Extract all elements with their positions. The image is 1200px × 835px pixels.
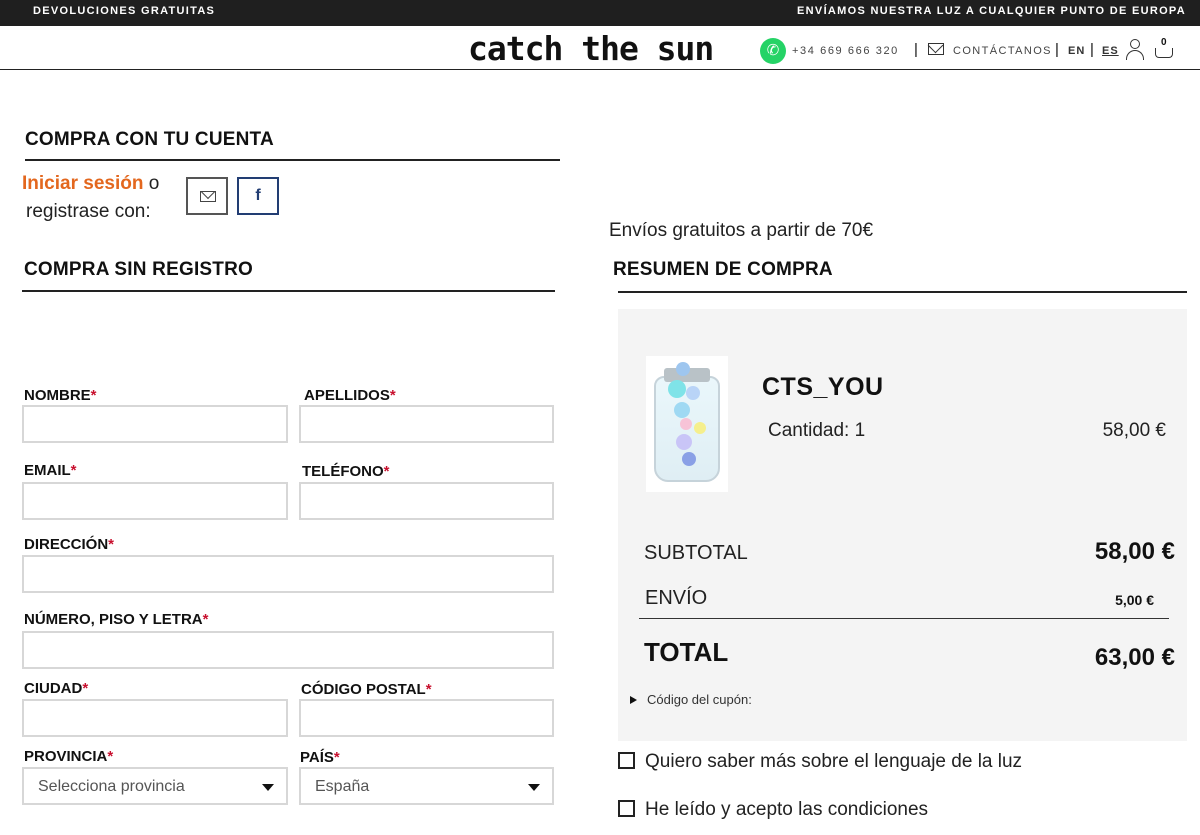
divider bbox=[25, 159, 560, 161]
apellidos-input[interactable] bbox=[299, 405, 554, 443]
cart-icon[interactable]: 0 bbox=[1152, 37, 1176, 63]
product-price: 58,00 € bbox=[1102, 420, 1166, 441]
codigo-postal-input[interactable] bbox=[299, 699, 554, 737]
phone-number[interactable]: +34 669 666 320 bbox=[792, 45, 899, 57]
total-label: TOTAL bbox=[644, 637, 729, 667]
newsletter-label: Quiero saber más sobre el lenguaje de la… bbox=[645, 751, 1023, 772]
provincia-value: Selecciona provincia bbox=[38, 778, 185, 795]
whatsapp-icon[interactable]: ✆ bbox=[760, 38, 786, 64]
divider bbox=[22, 290, 555, 292]
total-value: 63,00 € bbox=[1094, 644, 1175, 671]
separator: | bbox=[1090, 41, 1094, 58]
facebook-icon: f bbox=[255, 187, 261, 204]
user-icon[interactable] bbox=[1126, 39, 1144, 61]
login-or: o bbox=[143, 173, 160, 194]
lang-es-link[interactable]: ES bbox=[1102, 45, 1119, 57]
free-returns-text: DEVOLUCIONES GRATUITAS bbox=[33, 5, 216, 17]
pais-select[interactable]: España bbox=[299, 767, 554, 805]
cart-count: 0 bbox=[1161, 37, 1167, 48]
register-with-text: registrase con: bbox=[26, 201, 151, 222]
mail-icon[interactable] bbox=[928, 43, 944, 55]
chevron-down-icon bbox=[528, 784, 540, 791]
login-link[interactable]: Iniciar sesión bbox=[22, 173, 143, 194]
coupon-toggle[interactable]: Código del cupón: bbox=[630, 692, 752, 707]
pais-value: España bbox=[315, 778, 370, 795]
free-shipping-info: Envíos gratuitos a partir de 70€ bbox=[609, 220, 874, 241]
email-login-button[interactable] bbox=[186, 177, 228, 215]
site-logo[interactable]: catch the sun bbox=[468, 29, 714, 68]
site-header: catch the sun ✆ +34 669 666 320 | CONTÁC… bbox=[0, 26, 1200, 70]
telefono-label: TELÉFONO* bbox=[302, 463, 390, 480]
coupon-label: Código del cupón: bbox=[647, 692, 752, 707]
triangle-right-icon bbox=[630, 696, 637, 704]
direccion-input[interactable] bbox=[22, 555, 554, 593]
contact-link[interactable]: CONTÁCTANOS bbox=[953, 45, 1052, 57]
divider bbox=[618, 291, 1187, 293]
terms-checkbox[interactable] bbox=[618, 800, 635, 817]
envio-label: ENVÍO bbox=[645, 587, 708, 609]
guest-section-title: COMPRA SIN REGISTRO bbox=[24, 259, 253, 280]
separator: | bbox=[914, 41, 918, 58]
subtotal-label: SUBTOTAL bbox=[644, 542, 748, 564]
ciudad-input[interactable] bbox=[22, 699, 288, 737]
terms-checkbox-row[interactable]: He leído y acepto las condiciones bbox=[618, 799, 928, 821]
divider bbox=[639, 618, 1169, 619]
direccion-label: DIRECCIÓN* bbox=[24, 536, 115, 553]
lang-en-link[interactable]: EN bbox=[1068, 45, 1085, 57]
envio-value: 5,00 € bbox=[1115, 592, 1154, 608]
provincia-label: PROVINCIA* bbox=[24, 748, 114, 765]
envelope-icon bbox=[200, 191, 216, 202]
account-section-title: COMPRA CON TU CUENTA bbox=[25, 129, 274, 150]
pais-label: PAÍS* bbox=[300, 749, 340, 766]
subtotal-value: 58,00 € bbox=[1094, 538, 1175, 565]
email-label: EMAIL* bbox=[24, 462, 77, 479]
codigo-postal-label: CÓDIGO POSTAL* bbox=[301, 681, 432, 698]
telefono-input[interactable] bbox=[299, 482, 554, 520]
newsletter-checkbox-row[interactable]: Quiero saber más sobre el lenguaje de la… bbox=[618, 751, 1022, 773]
nombre-input[interactable] bbox=[22, 405, 288, 443]
numero-input[interactable] bbox=[22, 631, 554, 669]
numero-label: NÚMERO, PISO Y LETRA* bbox=[24, 611, 209, 628]
ciudad-label: CIUDAD* bbox=[24, 680, 89, 697]
login-text: Iniciar sesión o bbox=[22, 173, 159, 195]
email-input[interactable] bbox=[22, 482, 288, 520]
terms-label: He leído y acepto las condiciones bbox=[645, 799, 929, 820]
shipping-europe-text: ENVÍAMOS NUESTRA LUZ A CUALQUIER PUNTO D… bbox=[797, 5, 1186, 17]
nombre-label: NOMBRE* bbox=[24, 387, 97, 404]
separator: | bbox=[1055, 41, 1059, 58]
facebook-login-button[interactable]: f bbox=[237, 177, 279, 215]
product-image[interactable] bbox=[646, 356, 728, 492]
promo-bar: DEVOLUCIONES GRATUITAS ENVÍAMOS NUESTRA … bbox=[0, 0, 1200, 26]
summary-title: RESUMEN DE COMPRA bbox=[613, 259, 833, 280]
provincia-select[interactable]: Selecciona provincia bbox=[22, 767, 288, 805]
product-quantity: Cantidad: 1 bbox=[768, 420, 866, 441]
chevron-down-icon bbox=[262, 784, 274, 791]
newsletter-checkbox[interactable] bbox=[618, 752, 635, 769]
product-name[interactable]: CTS_YOU bbox=[762, 373, 884, 402]
apellidos-label: APELLIDOS* bbox=[304, 387, 396, 404]
